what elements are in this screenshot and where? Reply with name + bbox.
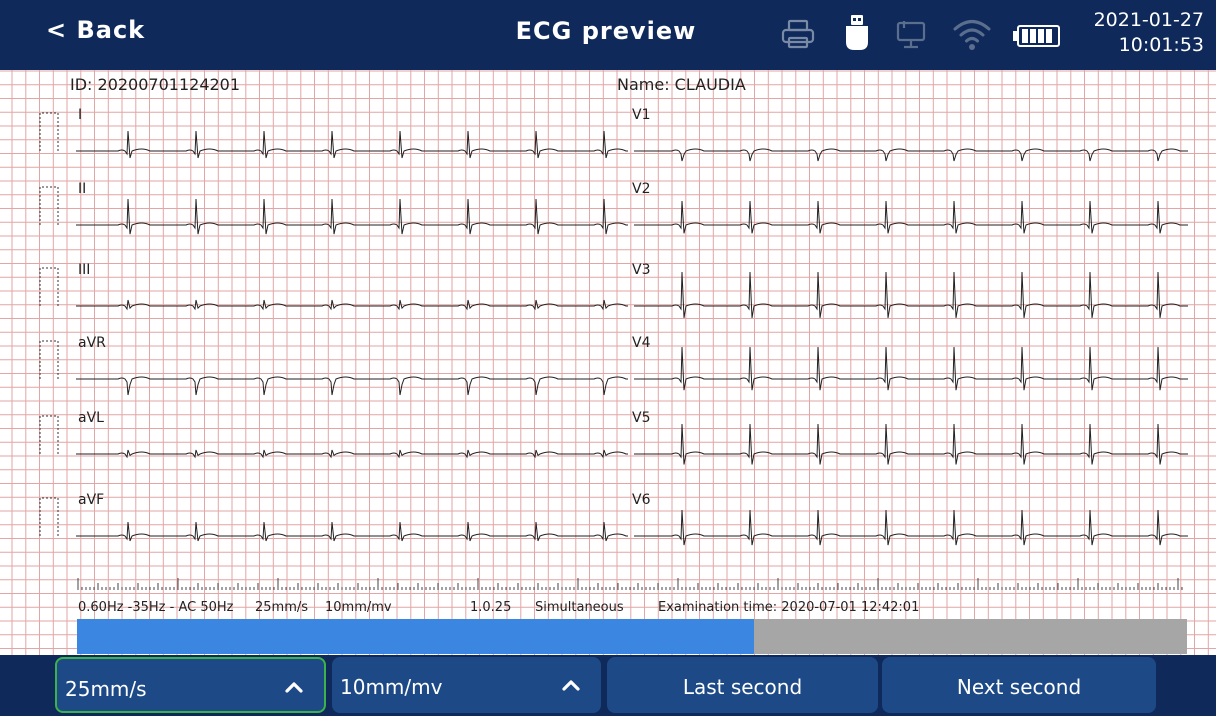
lead-label: V6 [632,492,651,508]
battery-icon [1013,25,1060,47]
ecg-trace [634,148,1188,162]
mode-info: Simultaneous [535,600,624,615]
lead-label: V4 [632,335,651,351]
version-info: 1.0.25 [470,600,511,615]
lead-label: aVR [78,335,106,351]
speed-select[interactable]: 25mm/s [55,657,326,713]
usb-drive-icon [846,15,868,50]
chevron-up-icon [285,682,303,693]
lead-label: aVL [78,410,104,426]
ecg-trace [634,509,1188,546]
ecg-trace [634,200,1188,234]
ecg-trace [634,423,1188,465]
bottom-toolbar: 25mm/s 10mm/mv Last second Next second [0,655,1216,716]
date-time: 2021-01-27 10:01:53 [1094,8,1204,58]
ecg-trace [76,198,628,235]
ecg-paper: ID: 20200701124201 Name: CLAUDIA I V1 II V2 II… [0,70,1216,655]
calibration-pulse [39,497,59,536]
lead-label: I [78,107,82,123]
ecg-trace [76,376,628,396]
grid-lines [0,70,1216,655]
lead-label: II [78,181,86,197]
back-button[interactable]: < Back [46,16,145,44]
patient-id: ID: 20200701124201 [70,75,240,94]
exam-time: Examination time: 2020-07-01 12:42:01 [658,600,919,615]
ecg-trace [634,271,1188,318]
progress-fill [77,619,754,654]
calibration-pulse [39,267,59,306]
time-text: 10:01:53 [1118,34,1204,56]
lead-label: V1 [632,107,650,123]
lead-label: V2 [632,181,650,197]
last-second-label: Last second [682,675,803,699]
chevron-up-icon [562,680,580,691]
next-second-button[interactable]: Next second [882,657,1156,713]
network-icon [896,21,926,49]
calibration-pulse [39,186,59,225]
last-second-button[interactable]: Last second [607,657,878,713]
wifi-icon [953,20,991,50]
page-title: ECG preview [515,17,697,45]
filter-info: 0.60Hz -35Hz - AC 50Hz [78,600,234,615]
ecg-grid: ID: 20200701124201 Name: CLAUDIA I V1 II V2 II… [0,70,1216,655]
patient-name: Name: CLAUDIA [617,75,746,94]
ecg-trace [634,346,1188,391]
calibration-pulse [39,415,59,454]
date-text: 2021-01-27 [1093,9,1204,31]
calibration-pulse [39,112,59,151]
speed-info: 25mm/s [255,600,308,615]
lead-label: V5 [632,410,650,426]
top-bar: < Back ECG preview 2021-01-27 10:01:53 [0,0,1216,70]
lead-label: III [78,262,90,278]
speed-select-value: 25mm/s [65,677,147,701]
next-second-label: Next second [956,675,1082,699]
gain-info: 10mm/mv [325,600,392,615]
gain-select[interactable]: 10mm/mv [332,657,601,713]
lead-label: aVF [78,492,104,508]
gain-select-value: 10mm/mv [340,675,443,699]
printer-icon [781,19,815,49]
lead-label: V3 [632,262,650,278]
